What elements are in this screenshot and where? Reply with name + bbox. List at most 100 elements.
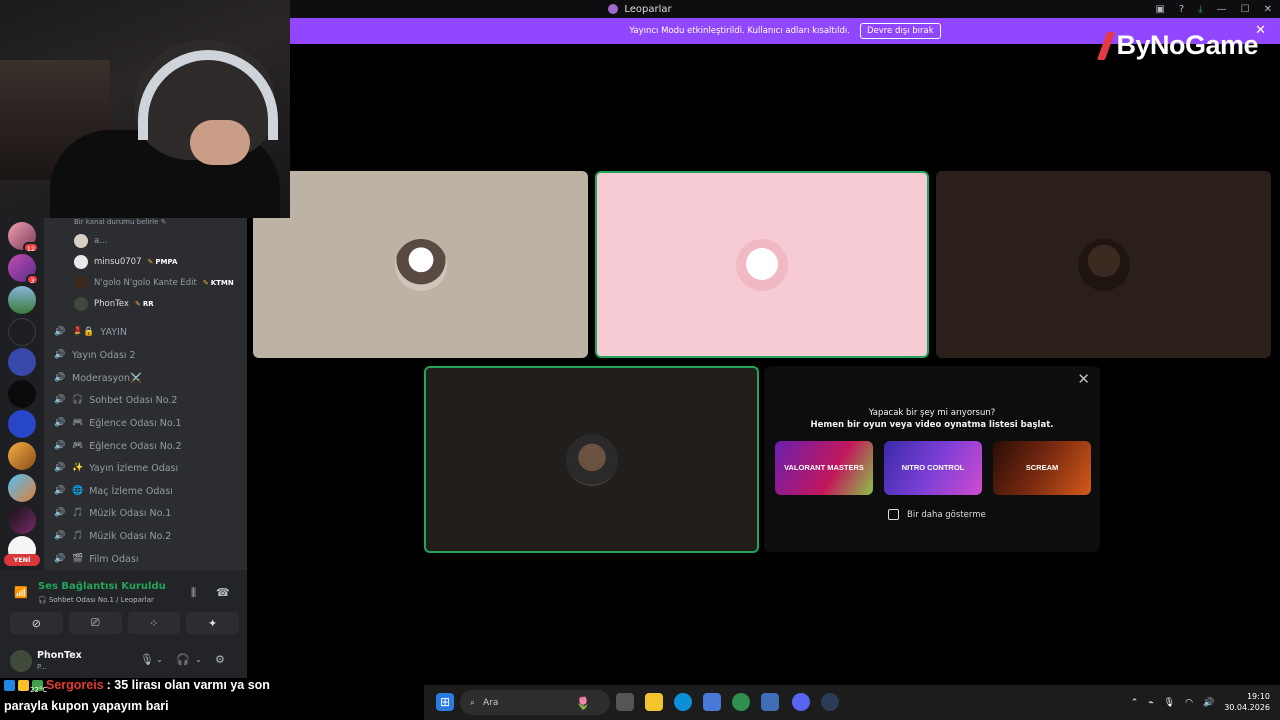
- voice-connection-status: 📶 Ses Bağlantısı Kuruldu 🎧 Sohbet Odası …: [8, 578, 239, 610]
- microphone-icon[interactable]: 🎙: [1164, 698, 1175, 708]
- flowers-icon: 🌷: [575, 696, 591, 710]
- dont-show-checkbox[interactable]: [888, 509, 899, 520]
- edge-icon[interactable]: [674, 693, 692, 711]
- notification-badge: 3: [26, 274, 39, 285]
- clock-time: 19:10: [1246, 691, 1270, 701]
- minimize-button[interactable]: —: [1217, 4, 1227, 15]
- video-tile[interactable]: [936, 171, 1271, 358]
- voice-status-title[interactable]: Ses Bağlantısı Kuruldu: [38, 581, 166, 592]
- close-icon[interactable]: ✕: [1077, 370, 1090, 388]
- channel-status-hint[interactable]: Bir kanal durumu belirle ✎: [74, 218, 167, 226]
- voice-channel[interactable]: 🔊 ✨ Yayın İzleme Odası: [54, 459, 178, 477]
- chevron-down-icon[interactable]: ⌄: [195, 655, 202, 664]
- user-panel: 📶 Ses Bağlantısı Kuruldu 🎧 Sohbet Odası …: [0, 570, 247, 678]
- store-icon[interactable]: [703, 693, 721, 711]
- current-user[interactable]: PhonTex P... 🎙 ⌄ 🎧 ⌄ ⚙: [8, 646, 239, 674]
- member-name: PhonTex: [94, 299, 129, 309]
- server-rail: 12 3 YENİ: [0, 218, 44, 570]
- server-icon[interactable]: [8, 474, 36, 502]
- channel-name: YAYIN: [100, 326, 127, 338]
- chat-message: : 35 lirası olan varmı ya son: [106, 678, 270, 692]
- server-icon[interactable]: [8, 506, 36, 534]
- settings-icon[interactable]: [821, 693, 839, 711]
- folder-icon[interactable]: [645, 693, 663, 711]
- activity-card-label: NITRO CONTROL: [901, 462, 965, 472]
- soundboard-button[interactable]: ✦: [186, 612, 239, 634]
- app-icon[interactable]: [761, 693, 779, 711]
- server-icon[interactable]: [8, 410, 36, 438]
- video-tile-speaking[interactable]: [424, 366, 759, 553]
- signal-icon[interactable]: 📶: [14, 586, 28, 599]
- search-icon: ⌕: [470, 697, 476, 708]
- video-tile[interactable]: [253, 171, 588, 358]
- server-icon[interactable]: [8, 318, 36, 346]
- disconnect-icon[interactable]: ☎: [216, 586, 230, 599]
- channel-name: Yayın İzleme Odası: [89, 462, 179, 474]
- voice-member[interactable]: minsu0707 ✎ PMPA: [74, 254, 177, 270]
- weather-temp: 22°C: [30, 686, 48, 694]
- volume-icon[interactable]: 🔊: [1203, 698, 1214, 708]
- server-icon[interactable]: 12: [8, 222, 39, 253]
- activity-card[interactable]: NITRO CONTROL: [884, 441, 982, 495]
- download-icon[interactable]: ⤓: [1198, 4, 1202, 15]
- dont-show-again[interactable]: Bir daha gösterme: [888, 509, 986, 520]
- server-icon[interactable]: 3: [8, 254, 39, 285]
- camera-button[interactable]: ⊘: [10, 612, 63, 634]
- avatar: [74, 255, 88, 269]
- banner-message: Yayıncı Modu etkinleştirildi. Kullanıcı …: [629, 26, 850, 36]
- wifi-icon[interactable]: ◠: [1185, 698, 1193, 708]
- headphones-icon[interactable]: 🎧: [176, 653, 190, 666]
- dont-show-label: Bir daha gösterme: [907, 509, 986, 520]
- disable-streamer-mode-button[interactable]: Devre dışı bırak: [859, 23, 941, 39]
- close-window-button[interactable]: ✕: [1264, 4, 1272, 15]
- voice-channel[interactable]: 🔊 🎵 Müzik Odası No.1: [54, 504, 171, 522]
- webcam-person: [190, 120, 250, 165]
- inbox-icon[interactable]: ▣: [1155, 4, 1164, 15]
- screen-share-button[interactable]: ⎚: [68, 612, 122, 634]
- avatar: [74, 297, 88, 311]
- voice-channel[interactable]: 🔊 🎮 Eğlence Odası No.2: [54, 437, 182, 455]
- speaker-icon: 🔊: [54, 350, 66, 360]
- activity-card[interactable]: SCREAM: [993, 441, 1091, 495]
- activities-button[interactable]: ⁘: [127, 612, 181, 634]
- voice-member[interactable]: PhonTex ✎ RR: [74, 296, 154, 312]
- voice-member[interactable]: N'golo N'golo Kante Edit ✎ KTMN: [74, 275, 234, 291]
- video-tile-speaking[interactable]: [595, 171, 929, 358]
- voice-channel[interactable]: 🔊 Moderasyon⚔️: [54, 369, 142, 387]
- microphone-icon[interactable]: 🎙: [140, 653, 154, 666]
- activity-card[interactable]: VALORANT MASTERS: [775, 441, 873, 495]
- voice-channel[interactable]: 🔊 🎮 Eğlence Odası No.1: [54, 414, 182, 432]
- chevron-down-icon[interactable]: ⌄: [156, 655, 163, 664]
- voice-channel[interactable]: 🔊 🎧 Sohbet Odası No.2: [54, 391, 177, 409]
- tag-icon: ✎: [202, 279, 209, 287]
- clock[interactable]: 19:10 30.04.2026: [1224, 692, 1270, 714]
- badge-icon: [18, 679, 29, 691]
- server-icon[interactable]: [8, 380, 36, 408]
- avatar: [565, 433, 618, 486]
- start-icon[interactable]: ⊞: [436, 693, 454, 711]
- help-icon[interactable]: ?: [1179, 4, 1184, 15]
- server-icon[interactable]: [8, 348, 36, 376]
- voice-member[interactable]: a...: [74, 233, 107, 249]
- voice-channel[interactable]: 🔊 💄🔒 YAYIN: [54, 323, 127, 341]
- task-view-icon[interactable]: [616, 693, 634, 711]
- server-icon[interactable]: [8, 442, 36, 470]
- chrome-icon[interactable]: [732, 693, 750, 711]
- noise-suppression-icon[interactable]: ⫼: [191, 586, 196, 600]
- avatar: [1077, 238, 1130, 291]
- voice-channel[interactable]: 🔊 🎬 Film Odası: [54, 550, 138, 568]
- voice-channel[interactable]: 🔊 🌐 Maç İzleme Odası: [54, 482, 173, 500]
- discord-icon[interactable]: [792, 693, 810, 711]
- server-icon[interactable]: [8, 286, 36, 314]
- activity-question: Yapacak bir şey mi arıyorsun?: [868, 408, 996, 418]
- channel-name: Yayın Odası 2: [72, 349, 136, 361]
- maximize-button[interactable]: ☐: [1241, 4, 1250, 15]
- gear-icon[interactable]: ⚙: [215, 653, 225, 666]
- system-tray: ⌃ ⌁ 🎙 ◠ 🔊 19:10 30.04.2026: [1131, 685, 1270, 720]
- voice-channel[interactable]: 🔊 🎵 Müzik Odası No.2: [54, 527, 171, 545]
- chevron-up-icon[interactable]: ⌃: [1131, 698, 1139, 708]
- speaker-icon: 🔊: [54, 531, 66, 541]
- voice-channel[interactable]: 🔊 Yayın Odası 2: [54, 346, 136, 364]
- network-icon[interactable]: ⌁: [1148, 698, 1153, 708]
- brand-logo: ByNoGame: [1097, 30, 1258, 61]
